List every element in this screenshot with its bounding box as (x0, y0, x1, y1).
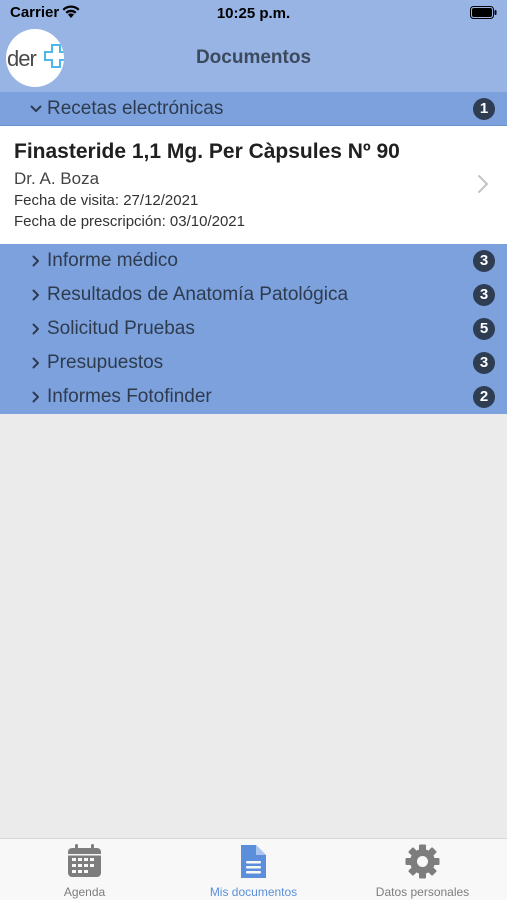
chevron-down-icon (30, 105, 42, 112)
count-badge: 1 (473, 98, 495, 120)
page-title: Documentos (195, 47, 312, 68)
prescription-doctor: Dr. A. Boza (14, 169, 100, 188)
gear-icon (405, 844, 440, 879)
section-informe-medico[interactable]: Informe médico 3 (0, 244, 507, 278)
chevron-right-icon (32, 255, 39, 267)
count-badge: 3 (473, 352, 495, 374)
count-badge: 2 (473, 386, 495, 408)
section-presupuestos[interactable]: Presupuestos 3 (0, 346, 507, 380)
prescription-date: Fecha de prescripción: 03/10/2021 (14, 213, 245, 230)
count-badge: 3 (473, 284, 495, 306)
tab-bar: Agenda Mis documentos Datos personales (0, 838, 507, 900)
section-recetas-electronicas[interactable]: Recetas electrónicas 1 (0, 92, 507, 126)
prescription-title: Finasteride 1,1 Mg. Per Càpsules Nº 90 (14, 140, 400, 163)
section-label: Resultados de Anatomía Patológica (47, 284, 349, 305)
section-label: Informes Fotofinder (47, 386, 212, 407)
prescription-item[interactable]: Finasteride 1,1 Mg. Per Càpsules Nº 90 D… (0, 126, 507, 244)
section-label: Solicitud Pruebas (47, 318, 195, 339)
collapsed-sections: Informe médico 3 Resultados de Anatomía … (0, 244, 507, 414)
section-informes-fotofinder[interactable]: Informes Fotofinder 2 (0, 380, 507, 414)
chevron-right-icon (478, 175, 488, 193)
section-label: Informe médico (47, 250, 178, 271)
chevron-right-icon (32, 391, 39, 403)
app-header: Carrier 10:25 p.m. der Documentos (0, 0, 507, 92)
chevron-right-icon (32, 323, 39, 335)
tab-label: Datos personales (375, 885, 470, 899)
battery-icon (470, 6, 497, 19)
clock: 10:25 p.m. (216, 5, 291, 22)
chevron-right-icon (32, 289, 39, 301)
section-solicitud-pruebas[interactable]: Solicitud Pruebas 5 (0, 312, 507, 346)
count-badge: 5 (473, 318, 495, 340)
tab-label: Agenda (63, 885, 106, 899)
calendar-icon (68, 844, 101, 877)
tab-mis-documentos[interactable]: Mis documentos (169, 839, 338, 900)
section-label: Presupuestos (47, 352, 164, 373)
tab-datos-personales[interactable]: Datos personales (338, 839, 507, 900)
document-icon (241, 845, 266, 878)
section-resultados-anatomia-patologica[interactable]: Resultados de Anatomía Patológica 3 (0, 278, 507, 312)
count-badge: 3 (473, 250, 495, 272)
chevron-right-icon (32, 357, 39, 369)
tab-agenda[interactable]: Agenda (0, 839, 169, 900)
visit-date: Fecha de visita: 27/12/2021 (14, 192, 199, 209)
section-label: Recetas electrónicas (47, 98, 224, 119)
tab-label: Mis documentos (209, 885, 298, 899)
status-bar: Carrier 10:25 p.m. (0, 0, 507, 28)
